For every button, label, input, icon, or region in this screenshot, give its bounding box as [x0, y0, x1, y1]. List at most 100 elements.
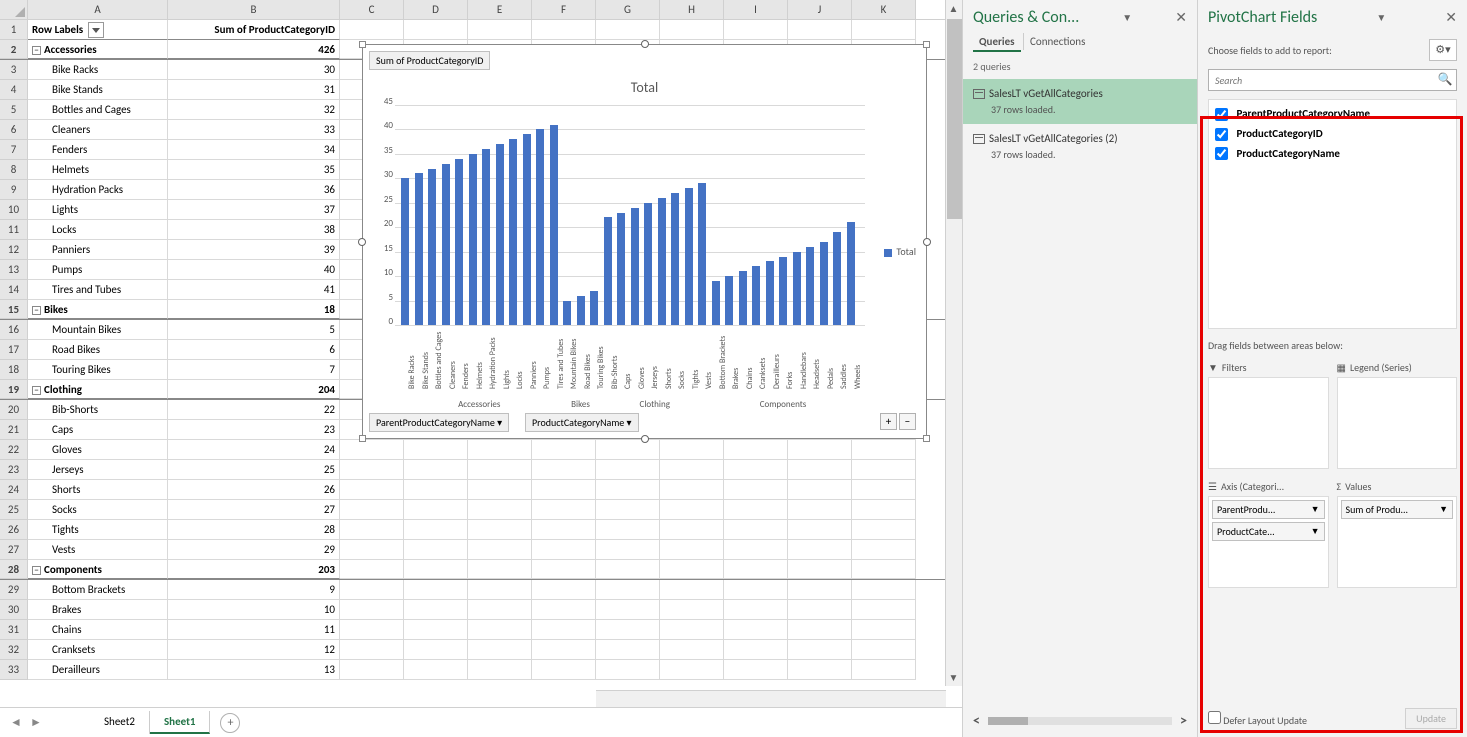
queries-pane-close-icon[interactable]: ✕	[1175, 9, 1187, 26]
column-header-f[interactable]: F	[532, 0, 596, 19]
query-item[interactable]: SalesLT vGetAllCategories (2)37 rows loa…	[963, 124, 1197, 169]
chart-bar[interactable]	[401, 178, 409, 325]
column-header-d[interactable]: D	[404, 0, 468, 19]
chart-axis-field1-button[interactable]: ParentProductCategoryName ▾	[369, 413, 509, 432]
values-area[interactable]: ΣValues Sum of Produ...▼	[1337, 477, 1458, 588]
pivot-item[interactable]: Bike Stands	[28, 80, 168, 100]
scroll-down-arrow[interactable]: ▼	[946, 669, 961, 686]
chart-bar[interactable]	[550, 125, 558, 325]
pivot-group[interactable]: −Clothing	[28, 380, 168, 399]
pivot-item[interactable]: Bike Racks	[28, 60, 168, 80]
pane-nav-scrollbar[interactable]	[988, 717, 1172, 725]
chart-bar[interactable]	[604, 217, 612, 325]
collapse-icon[interactable]: −	[32, 566, 41, 575]
collapse-icon[interactable]: −	[32, 386, 41, 395]
legend-area[interactable]: ▦Legend (Series)	[1337, 358, 1458, 469]
pivot-item[interactable]: Cranksets	[28, 640, 168, 660]
field-search[interactable]: 🔍	[1208, 69, 1457, 91]
chart-bar[interactable]	[671, 193, 679, 325]
area-field-item[interactable]: Sum of Produ...▼	[1341, 500, 1454, 519]
pivot-item[interactable]: Chains	[28, 620, 168, 640]
chart-bar[interactable]	[658, 198, 666, 325]
pivot-item[interactable]: Gloves	[28, 440, 168, 460]
column-header-b[interactable]: B	[168, 0, 340, 19]
pivot-item[interactable]: Fenders	[28, 140, 168, 160]
column-header-j[interactable]: J	[788, 0, 852, 19]
chart-resize-handle[interactable]	[641, 435, 649, 443]
sheet-nav[interactable]: ◄ ►	[10, 715, 42, 730]
chart-bar[interactable]	[833, 232, 841, 325]
connections-tab[interactable]: Connections	[1023, 33, 1091, 50]
pivot-item[interactable]: Helmets	[28, 160, 168, 180]
pivot-item[interactable]: Touring Bikes	[28, 360, 168, 380]
search-icon[interactable]: 🔍	[1434, 70, 1456, 90]
horizontal-scrollbar[interactable]	[596, 690, 946, 707]
pivot-item[interactable]: Mountain Bikes	[28, 320, 168, 340]
field-list[interactable]: ParentProductCategoryName ProductCategor…	[1208, 99, 1457, 329]
chart-bar[interactable]	[631, 208, 639, 325]
sheet-tab[interactable]: Sheet2	[90, 711, 150, 734]
queries-tab[interactable]: Queries	[973, 33, 1021, 52]
chart-expand-button[interactable]: +	[880, 413, 897, 430]
pivot-item[interactable]: Brakes	[28, 600, 168, 620]
column-header-g[interactable]: G	[596, 0, 660, 19]
filters-area[interactable]: ▼Filters	[1208, 358, 1329, 469]
pivot-item[interactable]: Tires and Tubes	[28, 280, 168, 300]
chart-bar[interactable]	[725, 276, 733, 325]
chart-values-button[interactable]: Sum of ProductCategoryID	[369, 51, 490, 70]
chart-resize-handle[interactable]	[641, 40, 649, 48]
pivot-item[interactable]: Locks	[28, 220, 168, 240]
chart-bar[interactable]	[509, 139, 517, 325]
pivot-item[interactable]: Vests	[28, 540, 168, 560]
chart-bar[interactable]	[442, 164, 450, 325]
field-checkbox[interactable]: ProductCategoryName	[1213, 144, 1452, 164]
row-labels-filter-button[interactable]	[88, 22, 104, 38]
query-item[interactable]: SalesLT vGetAllCategories37 rows loaded.	[963, 79, 1197, 124]
chart-collapse-button[interactable]: −	[899, 413, 916, 430]
select-all-corner[interactable]	[0, 0, 28, 20]
chart-bar[interactable]	[415, 173, 423, 325]
chart-resize-handle[interactable]	[923, 435, 930, 442]
pivot-item[interactable]: Road Bikes	[28, 340, 168, 360]
chart-bar[interactable]	[739, 271, 747, 325]
chart-bar[interactable]	[590, 291, 598, 325]
collapse-icon[interactable]: −	[32, 306, 41, 315]
axis-area[interactable]: ☰Axis (Categori... ParentProdu...▼Produc…	[1208, 477, 1329, 588]
sheet-tab[interactable]: Sheet1	[150, 711, 211, 734]
chart-title[interactable]: Total	[363, 79, 926, 96]
field-checkbox[interactable]: ParentProductCategoryName	[1213, 104, 1452, 124]
column-header-c[interactable]: C	[340, 0, 404, 19]
pivot-item[interactable]: Caps	[28, 420, 168, 440]
pivot-item[interactable]: Lights	[28, 200, 168, 220]
new-sheet-button[interactable]: +	[220, 713, 240, 733]
field-list-options-button[interactable]: ⚙▾	[1429, 39, 1457, 61]
pivot-item[interactable]: Derailleurs	[28, 660, 168, 680]
pivotfields-close-icon[interactable]: ✕	[1445, 9, 1457, 26]
pivot-row-labels-header[interactable]: Row Labels	[28, 20, 168, 40]
pivot-item[interactable]: Bottles and Cages	[28, 100, 168, 120]
pivot-group[interactable]: −Accessories	[28, 40, 168, 59]
vscroll-thumb[interactable]	[947, 19, 962, 219]
chart-bar[interactable]	[577, 296, 585, 325]
chart-bar[interactable]	[779, 257, 787, 325]
chart-bar[interactable]	[496, 144, 504, 325]
chart-bar[interactable]	[455, 159, 463, 325]
pivot-item[interactable]: Jerseys	[28, 460, 168, 480]
pivot-item[interactable]: Bottom Brackets	[28, 580, 168, 600]
pivot-item[interactable]: Hydration Packs	[28, 180, 168, 200]
update-button[interactable]: Update	[1405, 708, 1457, 729]
chart-bar[interactable]	[536, 129, 544, 325]
chart-resize-handle[interactable]	[358, 238, 366, 246]
chart-bar[interactable]	[793, 252, 801, 325]
pivot-chart[interactable]: Sum of ProductCategoryID Total 051015202…	[362, 44, 927, 439]
field-search-input[interactable]	[1209, 70, 1434, 90]
column-header-h[interactable]: H	[660, 0, 724, 19]
pivot-item[interactable]: Socks	[28, 500, 168, 520]
column-header-k[interactable]: K	[852, 0, 916, 19]
pivot-group[interactable]: −Bikes	[28, 300, 168, 319]
field-checkbox[interactable]: ProductCategoryID	[1213, 124, 1452, 144]
area-field-item[interactable]: ProductCate...▼	[1212, 522, 1325, 541]
chart-resize-handle[interactable]	[359, 41, 366, 48]
chart-axis-field2-button[interactable]: ProductCategoryName ▾	[525, 413, 639, 432]
collapse-icon[interactable]: −	[32, 46, 41, 55]
